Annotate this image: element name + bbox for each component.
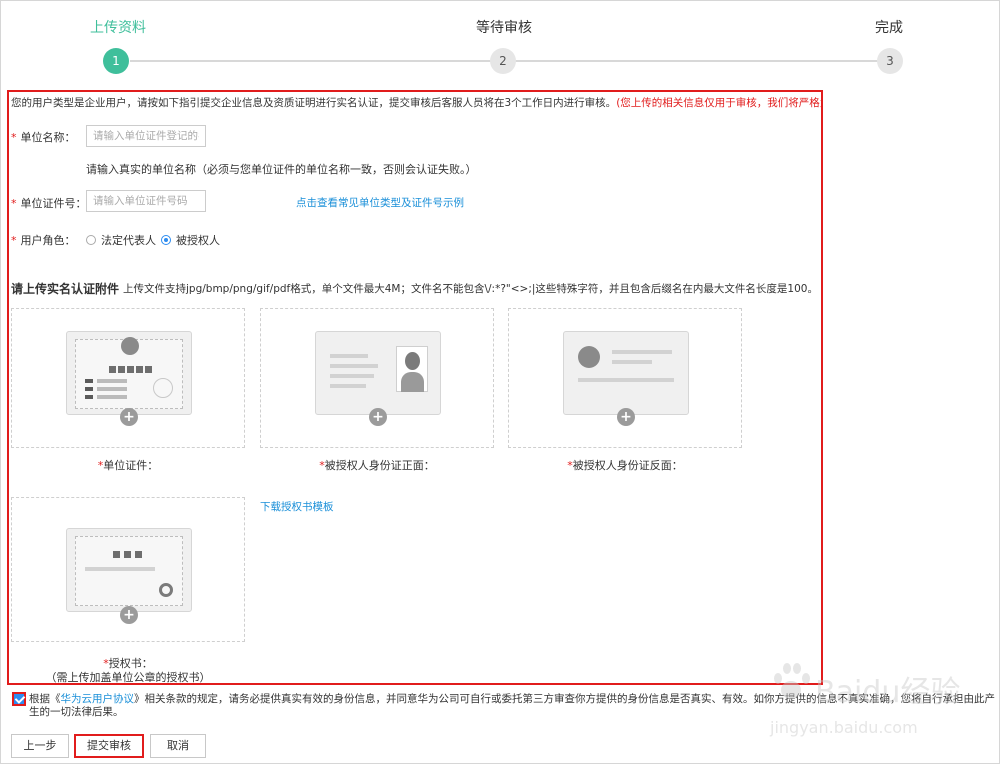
business-license-icon [66, 331, 192, 415]
emblem-icon [578, 346, 600, 368]
upload-business-license[interactable]: + [11, 308, 245, 448]
upload-authorization-letter[interactable]: + [11, 497, 245, 642]
notice-warning: (您上传的相关信息仅用于审核，我们将严格为您保密 [616, 97, 821, 109]
radio-circle-checked [161, 235, 171, 245]
radio-circle [86, 235, 96, 245]
org-name-label: * 单位名称： [11, 131, 76, 144]
upload-caption-license: *单位证件： [97, 459, 159, 472]
step-circle-1: 1 [103, 48, 129, 74]
upload-id-back[interactable]: + [508, 308, 742, 448]
attachments-description: 上传文件支持jpg/bmp/png/gif/pdf格式，单个文件最大4M；文件名… [123, 283, 818, 295]
step-circle-2: 2 [490, 48, 516, 74]
step-label-upload: 上传资料 [90, 20, 146, 36]
download-template-link[interactable]: 下载授权书模板 [260, 499, 334, 514]
portrait-icon [396, 346, 428, 392]
agreement-text: 根据《华为云用户协议》相关条款的规定，请务必提供真实有效的身份信息，并同意华为公… [29, 693, 995, 718]
emblem-icon [121, 337, 139, 355]
id-card-front-icon [315, 331, 441, 415]
org-name-hint: 请输入真实的单位名称（必须与您单位证件的单位名称一致，否则会认证失败。） [86, 163, 477, 176]
role-radio-legal-rep[interactable]: 法定代表人 [86, 232, 156, 248]
agreement-checkbox[interactable] [12, 692, 26, 706]
org-id-input[interactable] [86, 190, 206, 212]
prev-button[interactable]: 上一步 [11, 734, 69, 758]
authorization-note: （需上传加盖单位公章的授权书） [45, 671, 211, 684]
step-label-review: 等待审核 [476, 20, 532, 36]
upload-caption-id-back: *被授权人身份证反面： [567, 459, 683, 472]
attachments-title: 请上传实名认证附件 [11, 282, 120, 296]
org-name-input[interactable] [86, 125, 206, 147]
role-label: * 用户角色： [11, 234, 76, 247]
authorization-letter-icon [66, 528, 192, 612]
step-circle-3: 3 [877, 48, 903, 74]
id-example-link[interactable]: 点击查看常见单位类型及证件号示例 [296, 195, 464, 210]
seal-icon [159, 583, 173, 597]
role-radio-authorized[interactable]: 被授权人 [161, 232, 220, 248]
cancel-button[interactable]: 取消 [150, 734, 206, 758]
org-id-label: * 单位证件号： [11, 197, 87, 210]
upload-caption-id-front: *被授权人身份证正面： [319, 459, 435, 472]
submit-button[interactable]: 提交审核 [74, 734, 144, 758]
upload-id-front[interactable]: + [260, 308, 494, 448]
user-agreement-link[interactable]: 华为云用户协议 [61, 693, 135, 705]
notice-main: 您的用户类型是企业用户，请按如下指引提交企业信息及资质证明进行实名认证，提交审核… [11, 97, 617, 109]
add-icon: + [617, 408, 635, 426]
notice-text: 您的用户类型是企业用户，请按如下指引提交企业信息及资质证明进行实名认证，提交审核… [11, 96, 821, 110]
add-icon: + [369, 408, 387, 426]
add-icon: + [120, 408, 138, 426]
id-card-back-icon [563, 331, 689, 415]
step-label-done: 完成 [875, 20, 903, 36]
add-icon: + [120, 606, 138, 624]
